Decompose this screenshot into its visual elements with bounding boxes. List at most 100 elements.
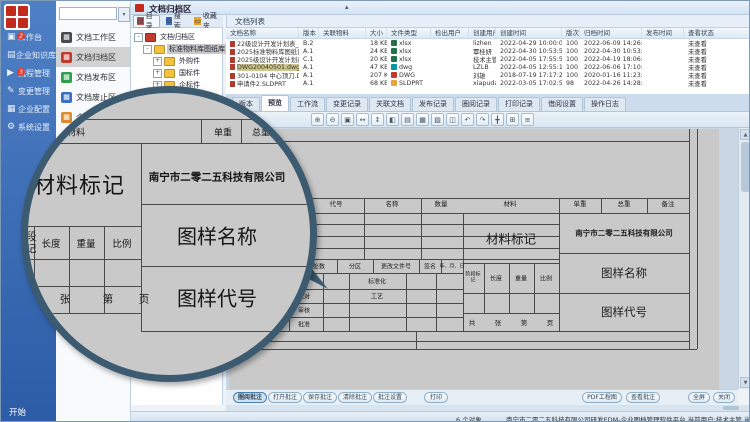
bom-header-label: 备注: [288, 126, 306, 139]
print-button[interactable]: 打印: [424, 392, 448, 403]
detail-tab[interactable]: 关联文档: [369, 97, 411, 111]
sidebar-nav-item[interactable]: ▶3 流程管理: [1, 64, 56, 82]
pages-label: 第: [521, 317, 528, 327]
bom-header-label: 单重: [574, 198, 587, 208]
header-cell[interactable]: 文档名称: [226, 28, 299, 38]
pdf-export-button[interactable]: PDF工程图: [582, 392, 622, 403]
detail-tab[interactable]: 圈阅记录: [455, 97, 497, 111]
toolbar-icon-button[interactable]: ▣: [341, 113, 354, 126]
detail-tab[interactable]: 打印记录: [498, 97, 540, 111]
toolbar-icon-button[interactable]: ▨: [431, 113, 444, 126]
toolbar-icon-button[interactable]: ⊖: [326, 113, 339, 126]
sidebar-nav-item[interactable]: ✎ 变更管理: [1, 82, 56, 100]
explorer-tab[interactable]: ⊙ 搜索: [162, 15, 188, 28]
toolbar-icon-button[interactable]: ⊕: [311, 113, 324, 126]
detail-tab[interactable]: 变更记录: [326, 97, 368, 111]
tree-node[interactable]: - 标准物料库图纸库: [131, 43, 222, 55]
change-icon: ✎: [7, 86, 18, 96]
header-cell[interactable]: 检出用户: [431, 28, 469, 38]
scroll-down-icon[interactable]: ▼: [740, 377, 750, 388]
list-panel-header: 文档列表: [226, 15, 750, 28]
toolbar-icon-button[interactable]: ↶: [461, 113, 474, 126]
magnifier-overlay: 材料 单重 总重 备注 材料标记 南宁市二零二五科技有限公司 图样名称 图样代号…: [21, 86, 317, 382]
tree-expand-toggle[interactable]: -: [143, 45, 152, 54]
sidebar-nav-item[interactable]: ⚙ 系统设置: [1, 118, 56, 136]
header-cell[interactable]: 归档时间: [580, 28, 642, 38]
tree-node[interactable]: + 国标件: [131, 67, 222, 79]
header-cell[interactable]: 版次: [562, 28, 580, 38]
header-cell[interactable]: 查看状态: [684, 28, 750, 38]
workspace-area-item[interactable]: ▦ 文档归档区: [56, 47, 130, 67]
header-cell[interactable]: 创建时间: [496, 28, 562, 38]
tree-expand-toggle[interactable]: +: [153, 69, 162, 78]
edm-application-window: ▣2 工作台 ▤ 企业知识库 ▶3 流程管理 ✎ 变更管理 ▦ 企业配置 ⚙ 系…: [0, 0, 750, 422]
annotation-button[interactable]: 清除批注: [338, 392, 372, 403]
annotation-button[interactable]: 打开批注: [268, 392, 302, 403]
toolbar-icon-button[interactable]: ╋: [491, 113, 504, 126]
toolbar-icon-button[interactable]: ↔: [356, 113, 369, 126]
field-label: 比例: [112, 236, 131, 250]
explorer-tab[interactable]: ▭ 收藏夹: [190, 15, 223, 28]
scroll-thumb[interactable]: [723, 406, 739, 410]
workspace-area-item[interactable]: ▦ 文档发布区: [56, 67, 130, 87]
header-cell[interactable]: 文件类型: [387, 28, 431, 38]
detail-tab[interactable]: 发布记录: [412, 97, 454, 111]
sidebar-nav-item[interactable]: ▦ 企业配置: [1, 100, 56, 118]
tree-node[interactable]: - 文档归档区: [131, 31, 222, 43]
detail-tab[interactable]: 操作日志: [584, 97, 626, 111]
file-type-icon: [391, 80, 397, 86]
collapse-arrow-icon[interactable]: ▴: [345, 3, 349, 11]
fullscreen-button[interactable]: 全屏: [688, 392, 710, 403]
vertical-scrollbar[interactable]: ▲ ▼: [738, 128, 750, 389]
scroll-up-icon[interactable]: ▲: [740, 129, 750, 140]
sidebar-nav-item[interactable]: ▤ 企业知识库: [1, 46, 56, 64]
toolbar-icon-button[interactable]: ≡: [521, 113, 534, 126]
header-cell[interactable]: 发布时间: [642, 28, 684, 38]
detail-tab[interactable]: 工作流: [290, 97, 325, 111]
field-label: 重量: [515, 274, 527, 283]
header-cell[interactable]: 大小: [366, 28, 387, 38]
header-cell[interactable]: 版本: [299, 28, 319, 38]
detail-tabs: 版本预览工作流变更记录关联文档发布记录圈阅记录打印记录借阅设置操作日志: [226, 94, 750, 112]
search-input[interactable]: [59, 7, 117, 20]
pages-label: 共: [469, 317, 476, 327]
proc-row-label: 工艺: [371, 292, 383, 301]
favorites-folder-icon: ▭: [194, 17, 201, 25]
start-button[interactable]: 开始: [9, 406, 26, 418]
view-annotation-button[interactable]: 查看批注: [626, 392, 660, 403]
file-row[interactable]: 2025级设计开发计划表_000001... C.1 20 KB xlsx 技术…: [226, 55, 750, 63]
explorer-toolbar: ▤ 目录 ⊙ 搜索 ▭ 收藏夹: [131, 15, 223, 28]
file-row[interactable]: 301-0104 中心顶刀.DWG A.1 207 KB DWG 刘雄 2018…: [226, 71, 750, 79]
toolbar-icon-button[interactable]: ▦: [416, 113, 429, 126]
toolbar-icon-button[interactable]: ⊞: [506, 113, 519, 126]
tree-expand-toggle[interactable]: -: [134, 33, 143, 42]
search-dropdown-icon[interactable]: ▾: [118, 7, 130, 22]
annotation-toolbar: 圈阅批注打开批注保存批注清除批注批注设置 打印 PDF工程图查看批注 全屏关闭: [226, 389, 738, 405]
detail-tab[interactable]: 借阅设置: [541, 97, 583, 111]
toolbar-icon-button[interactable]: ◧: [386, 113, 399, 126]
toolbar-icon-button[interactable]: ▤: [401, 113, 414, 126]
toolbar-icon-button[interactable]: ↕: [371, 113, 384, 126]
file-row[interactable]: 申请件2.SLDPRT A.1 68 KB SLDPRT xiapudai 20…: [226, 79, 750, 87]
sidebar-nav-item[interactable]: ▣2 工作台: [1, 28, 56, 46]
tree-node[interactable]: + 外购件: [131, 55, 222, 67]
pages-label: 张: [495, 317, 502, 327]
header-cell[interactable]: 关联物料: [319, 28, 366, 38]
annotation-button[interactable]: 批注设置: [373, 392, 407, 403]
bom-header-label: 备注: [662, 198, 675, 208]
annotation-button[interactable]: 保存批注: [303, 392, 337, 403]
explorer-tab[interactable]: ▤ 目录: [133, 15, 160, 28]
workspace-area-item[interactable]: ▦ 文档工作区: [56, 27, 130, 47]
change-row-label: 签名: [424, 262, 436, 271]
toolbar-icon-button[interactable]: ↷: [476, 113, 489, 126]
close-button[interactable]: 关闭: [713, 392, 735, 403]
header-cell[interactable]: 创建用户: [469, 28, 496, 38]
annotation-button[interactable]: 圈阅批注: [233, 392, 267, 403]
toolbar-icon-button[interactable]: ◫: [446, 113, 459, 126]
file-type-icon: [391, 64, 397, 70]
publish-area-icon: ▦: [61, 72, 72, 83]
scroll-thumb[interactable]: [741, 142, 750, 192]
tree-expand-toggle[interactable]: +: [153, 57, 162, 66]
stage-mark-label: 阶段标记: [21, 231, 38, 255]
detail-tab[interactable]: 预览: [261, 95, 289, 111]
